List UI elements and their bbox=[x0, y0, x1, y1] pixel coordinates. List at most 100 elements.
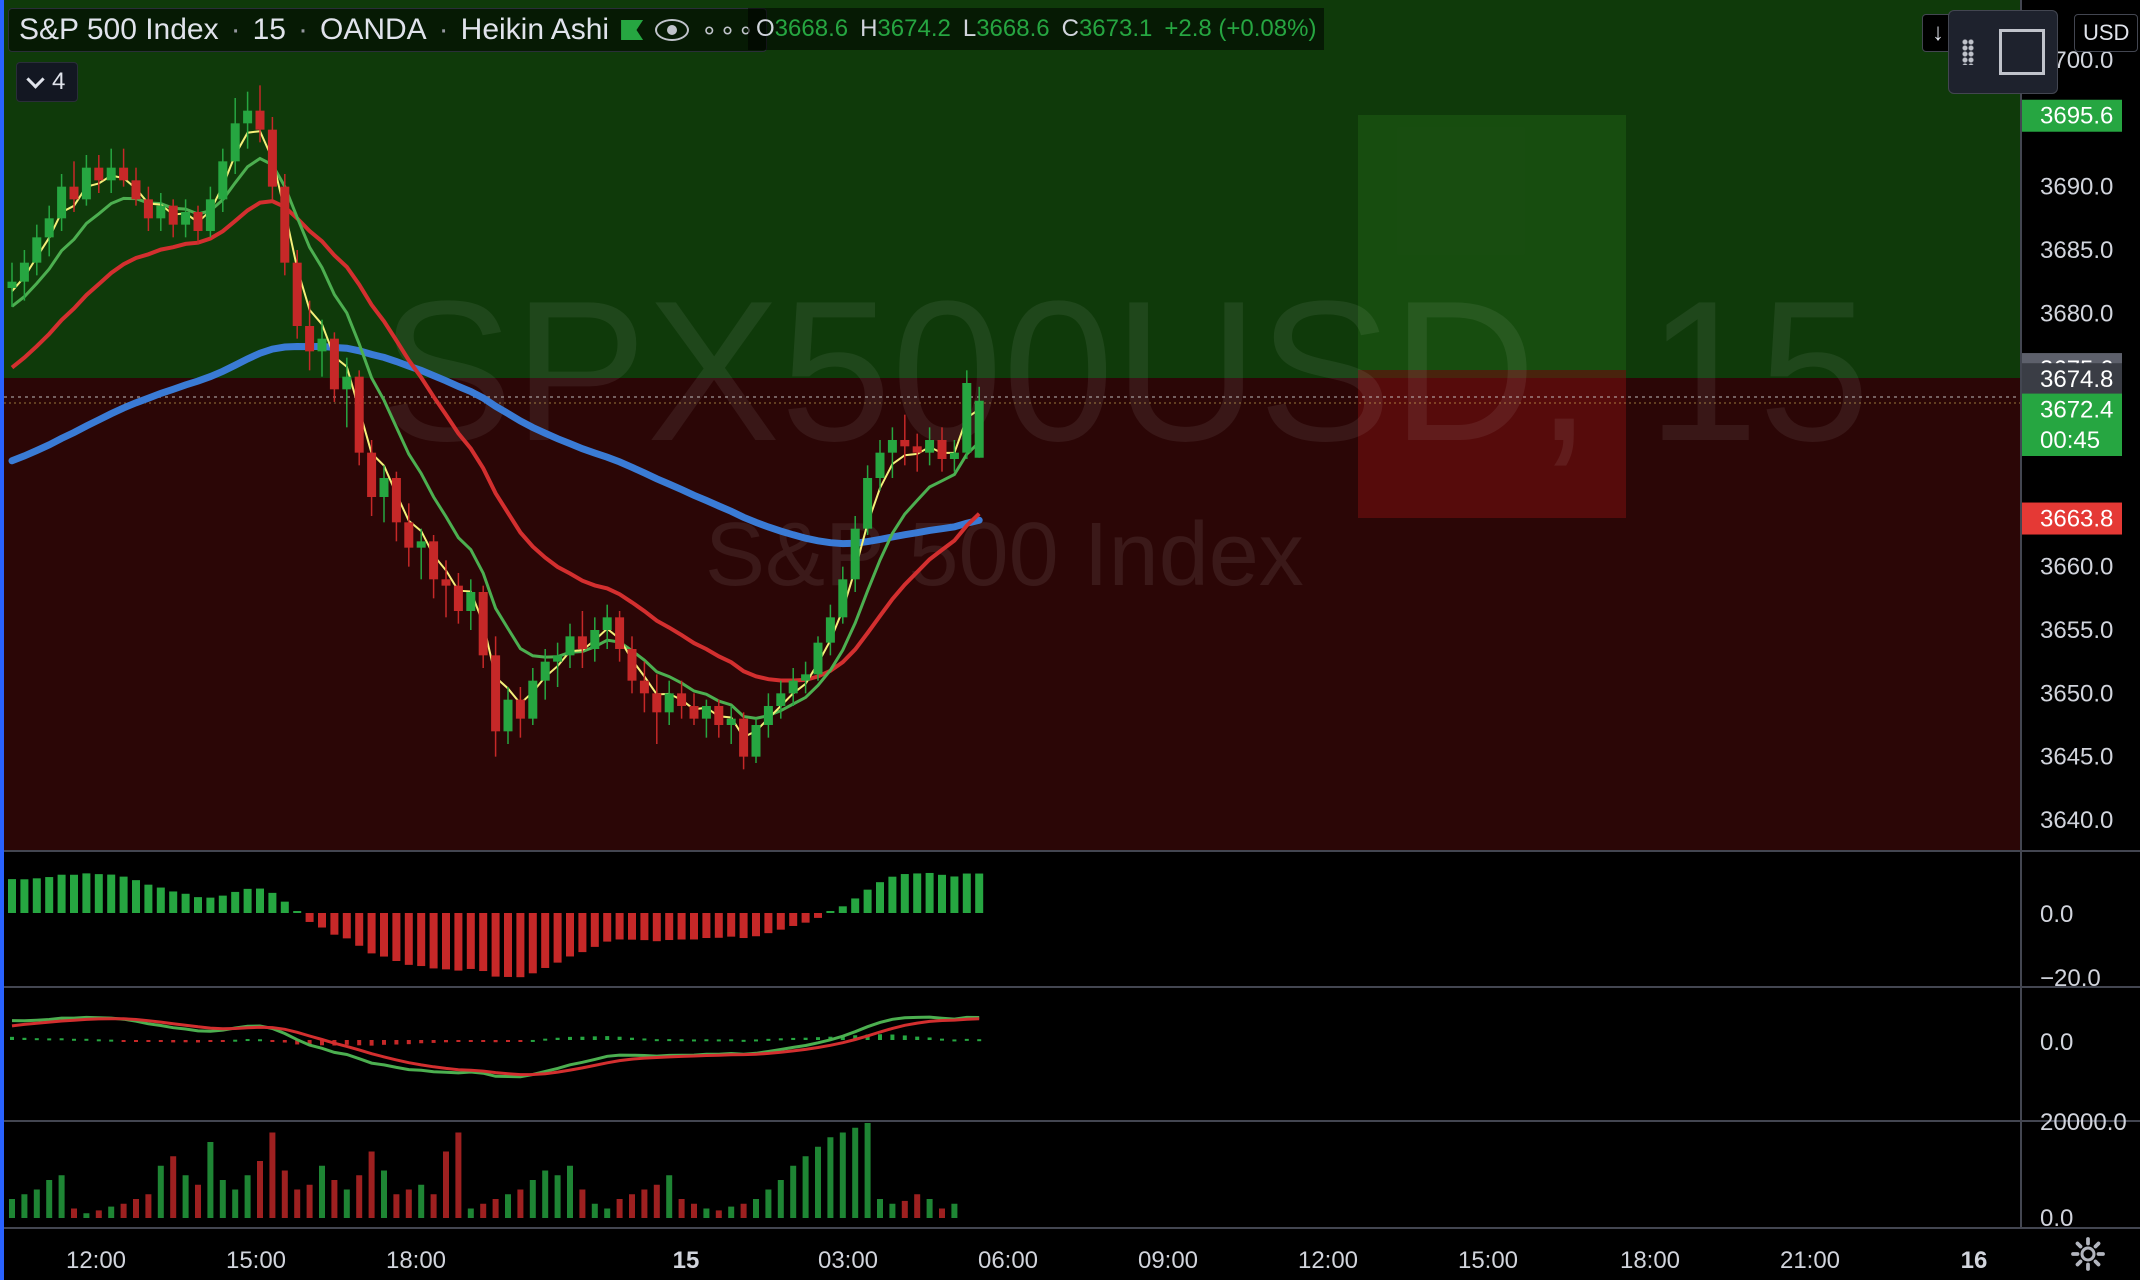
momentum-bar bbox=[727, 913, 736, 937]
candle-body bbox=[193, 212, 203, 231]
momentum-bar bbox=[20, 879, 29, 913]
drawing-toolbar[interactable] bbox=[1948, 10, 2058, 94]
chart-style-label[interactable]: Heikin Ashi bbox=[461, 13, 609, 47]
macd-hist-bar bbox=[456, 1040, 461, 1042]
macd-hist-bar bbox=[543, 1038, 548, 1041]
volume-bar bbox=[455, 1132, 462, 1218]
currency-label[interactable]: USD bbox=[2074, 14, 2139, 52]
momentum-bar bbox=[739, 913, 748, 939]
candle-body bbox=[44, 218, 54, 238]
volume-bar bbox=[877, 1199, 883, 1218]
candle-body bbox=[478, 592, 488, 656]
volume-bar bbox=[195, 1184, 201, 1218]
momentum-bar bbox=[603, 913, 612, 942]
candle-body bbox=[726, 718, 736, 725]
momentum-bar bbox=[528, 913, 537, 974]
macd-hist-bar bbox=[890, 1034, 895, 1040]
momentum-bar bbox=[962, 873, 971, 913]
symbol-name[interactable]: S&P 500 Index bbox=[19, 13, 219, 47]
momentum-bar bbox=[764, 913, 773, 934]
momentum-bar bbox=[392, 913, 401, 961]
candle-body bbox=[937, 440, 947, 459]
ohlc-close: C3673.1 bbox=[1061, 15, 1153, 42]
macd-hist-bar bbox=[245, 1039, 250, 1042]
momentum-bar bbox=[144, 884, 153, 913]
momentum-bar bbox=[194, 897, 202, 913]
flag-icon[interactable] bbox=[621, 20, 644, 40]
candle-body bbox=[367, 452, 377, 497]
watermark-name: S&P 500 Index bbox=[705, 505, 1304, 605]
macd-hist-bar bbox=[84, 1038, 89, 1041]
momentum-bar bbox=[231, 891, 240, 913]
pane-tick: −20.0 bbox=[2040, 965, 2101, 992]
momentum-bar bbox=[479, 913, 488, 972]
momentum-bar bbox=[417, 913, 426, 967]
candle-body bbox=[131, 180, 141, 200]
momentum-bar bbox=[243, 888, 252, 913]
symbol-header[interactable]: S&P 500 Index · 15 · OANDA · Heikin Ashi… bbox=[8, 8, 767, 52]
momentum-bar bbox=[590, 913, 599, 947]
momentum-bar bbox=[318, 913, 326, 928]
volume-bar bbox=[889, 1203, 896, 1218]
macd-hist-bar bbox=[915, 1036, 920, 1040]
momentum-bar bbox=[169, 891, 178, 913]
momentum-bar bbox=[454, 913, 463, 971]
volume-bar bbox=[319, 1165, 325, 1218]
ohlc-high: H3674.2 bbox=[860, 15, 951, 42]
macd-hist-bar bbox=[196, 1040, 200, 1043]
momentum-bar bbox=[702, 913, 711, 939]
eye-icon[interactable] bbox=[655, 19, 690, 41]
volume-bar bbox=[579, 1189, 586, 1218]
gear-icon[interactable] bbox=[2070, 1236, 2106, 1272]
candle-body bbox=[677, 693, 687, 706]
macd-hist-bar bbox=[580, 1036, 585, 1040]
momentum-bar bbox=[119, 876, 128, 913]
indicators-toggle[interactable]: 4 bbox=[16, 62, 79, 102]
volume-bar bbox=[790, 1165, 797, 1218]
macd-hist-bar bbox=[568, 1036, 572, 1040]
momentum-bar bbox=[628, 913, 636, 940]
candle-body bbox=[404, 522, 414, 548]
candle-body bbox=[19, 262, 29, 282]
macd-hist-bar bbox=[754, 1039, 758, 1042]
macd-hist-bar bbox=[791, 1037, 796, 1040]
select-box-icon[interactable] bbox=[1998, 29, 2045, 75]
candle-body bbox=[342, 376, 352, 390]
chart-canvas[interactable]: SPX500USD, 15 S&P 500 Index 3700.03690.0… bbox=[0, 0, 2140, 1280]
momentum-bar bbox=[801, 913, 810, 923]
candle-body bbox=[900, 440, 910, 447]
momentum-bar bbox=[442, 913, 450, 970]
candle-body bbox=[329, 338, 339, 390]
ohlc-readout: O3668.6 H3674.2 L3668.6 C3673.1 +2.8 (+0… bbox=[748, 8, 1325, 50]
price-label: 3672.4 bbox=[2040, 397, 2113, 424]
drag-grip-icon[interactable] bbox=[1961, 39, 1974, 65]
interval-label[interactable]: 15 bbox=[253, 13, 286, 47]
macd-hist-bar bbox=[927, 1037, 932, 1040]
macd-hist-bar bbox=[506, 1040, 510, 1042]
macd-hist-bar bbox=[47, 1038, 52, 1041]
price-tick: 3690.0 bbox=[2040, 174, 2113, 201]
volume-bar bbox=[505, 1194, 511, 1218]
candle-body bbox=[168, 205, 178, 225]
volume-bar bbox=[728, 1206, 735, 1218]
volume-bar bbox=[864, 1123, 871, 1218]
volume-bar bbox=[753, 1199, 759, 1218]
volume-bar bbox=[666, 1175, 673, 1218]
momentum-bar bbox=[70, 874, 78, 913]
volume-bar bbox=[58, 1175, 65, 1218]
candle-body bbox=[776, 693, 786, 706]
time-tick: 12:00 bbox=[1298, 1247, 1358, 1274]
volume-bar bbox=[405, 1189, 412, 1218]
volume-bar bbox=[343, 1189, 350, 1218]
momentum-bar bbox=[578, 913, 587, 953]
candle-body bbox=[553, 655, 563, 662]
momentum-bar bbox=[665, 913, 674, 941]
price-tick: 3660.0 bbox=[2040, 554, 2113, 581]
volume-bar bbox=[467, 1208, 474, 1218]
momentum-bar bbox=[789, 913, 798, 926]
pane-tick: 0.0 bbox=[2040, 1029, 2073, 1056]
volume-bar bbox=[381, 1170, 387, 1218]
macd-hist-bar bbox=[704, 1039, 709, 1042]
macd-hist-bar bbox=[630, 1037, 634, 1040]
candle-body bbox=[255, 110, 265, 130]
